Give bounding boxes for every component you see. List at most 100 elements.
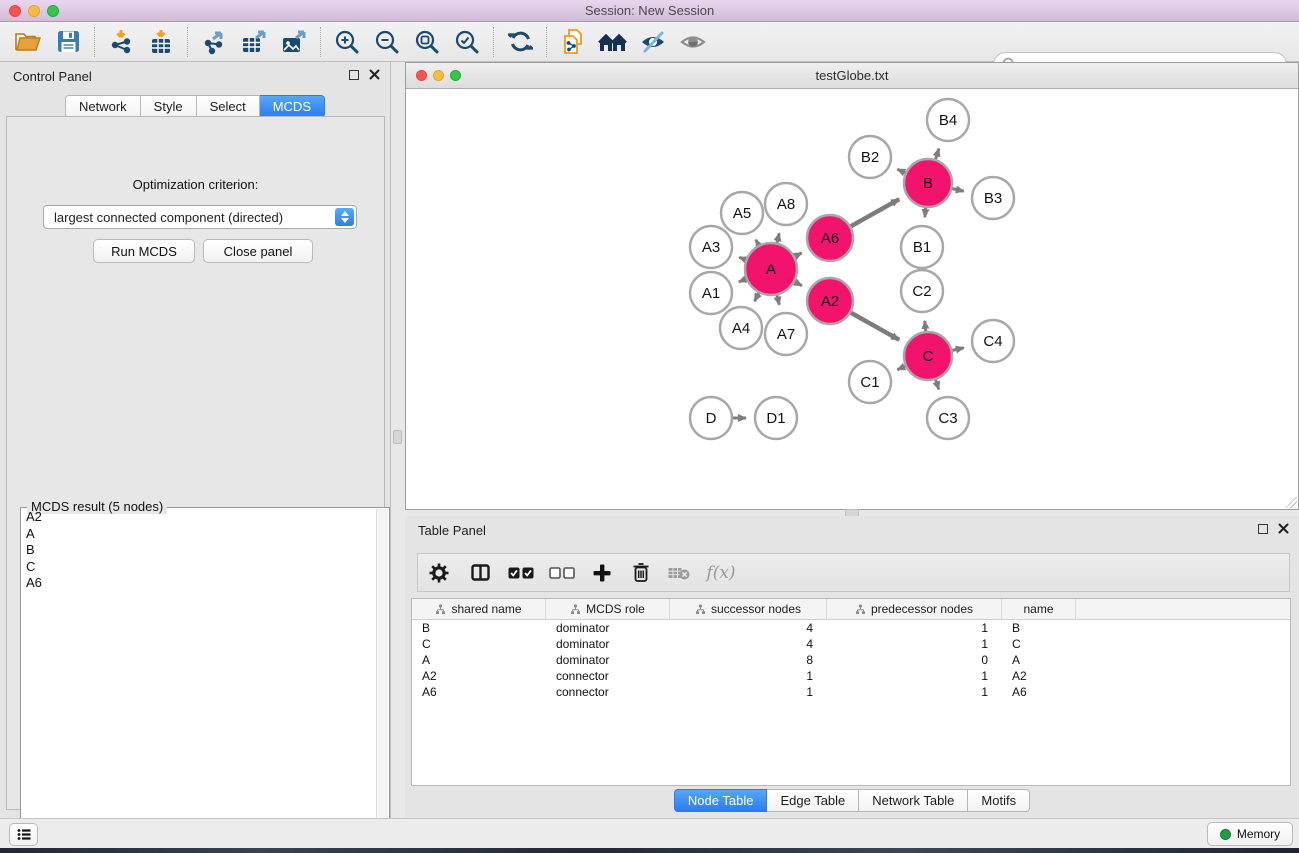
graph-edge-A-A8[interactable]	[777, 233, 779, 243]
graph-edge-A6-B[interactable]	[850, 199, 899, 227]
graph-edge-A-A7[interactable]	[777, 294, 779, 304]
first-neighbors-button[interactable]	[593, 25, 633, 59]
column-header-predecessor-nodes[interactable]: predecessor nodes	[827, 599, 1002, 619]
graph-edge-A-A1[interactable]	[739, 279, 747, 282]
network-canvas[interactable]: AA1A3A4A5A7A8A6A2BB2B4B3B1C2CC4C1C3DD1	[406, 89, 1298, 509]
result-item[interactable]: A	[22, 527, 376, 544]
minimize-network-icon[interactable]	[433, 70, 444, 81]
close-window-icon[interactable]	[9, 5, 21, 17]
automation-status-button[interactable]	[9, 823, 38, 846]
graph-edge-A2-C[interactable]	[850, 312, 899, 340]
table-row[interactable]: A2connector11A2	[412, 668, 1290, 684]
add-column-button[interactable]	[582, 556, 622, 590]
graph-edge-B-B3[interactable]	[951, 188, 963, 191]
delete-table-button[interactable]	[660, 556, 698, 590]
zoom-in-button[interactable]	[327, 25, 367, 59]
node-table[interactable]: shared nameMCDS rolesuccessor nodesprede…	[411, 598, 1291, 786]
cell-MCDS-role[interactable]: connector	[546, 685, 670, 699]
export-table-button[interactable]	[234, 25, 274, 59]
graph-edge-C-C2[interactable]	[925, 321, 926, 332]
select-all-button[interactable]	[500, 556, 542, 590]
cell-name[interactable]: A6	[1002, 685, 1076, 699]
run-mcds-button[interactable]: Run MCDS	[93, 239, 195, 263]
show-all-button[interactable]	[673, 25, 713, 59]
table-row[interactable]: Bdominator41B	[412, 620, 1290, 636]
tab-node-table[interactable]: Node Table	[674, 789, 768, 812]
network-window-titlebar[interactable]: testGlobe.txt	[406, 63, 1298, 89]
hide-selected-button[interactable]	[633, 25, 673, 59]
zoom-fit-button[interactable]	[407, 25, 447, 59]
column-header-shared-name[interactable]: shared name	[412, 599, 546, 619]
cell-MCDS-role[interactable]: connector	[546, 669, 670, 683]
new-network-from-selection-button[interactable]	[553, 25, 593, 59]
zoom-out-button[interactable]	[367, 25, 407, 59]
close-table-panel-icon[interactable]	[1278, 523, 1289, 534]
cell-MCDS-role[interactable]: dominator	[546, 653, 670, 667]
result-scrollbar[interactable]	[376, 509, 388, 850]
cell-name[interactable]: A2	[1002, 669, 1076, 683]
tab-motifs[interactable]: Motifs	[968, 789, 1030, 812]
split-view-button[interactable]	[460, 556, 500, 590]
cell-successor-nodes[interactable]: 1	[670, 685, 827, 699]
cell-predecessor-nodes[interactable]: 1	[827, 621, 1002, 635]
cell-name[interactable]: B	[1002, 621, 1076, 635]
minimize-window-icon[interactable]	[28, 5, 40, 17]
import-network-button[interactable]	[101, 25, 141, 59]
graph-edge-B-B2[interactable]	[897, 169, 906, 173]
column-header-MCDS-role[interactable]: MCDS role	[546, 599, 670, 619]
tab-select[interactable]: Select	[197, 95, 260, 118]
tab-network-table[interactable]: Network Table	[859, 789, 968, 812]
cell-predecessor-nodes[interactable]: 0	[827, 653, 1002, 667]
delete-column-button[interactable]	[622, 556, 660, 590]
table-settings-button[interactable]	[418, 556, 460, 590]
graph-edge-A-A2[interactable]	[794, 281, 802, 285]
network-graph[interactable]: AA1A3A4A5A7A8A6A2BB2B4B3B1C2CC4C1C3DD1	[406, 89, 1298, 509]
import-table-button[interactable]	[141, 25, 181, 59]
column-header-name[interactable]: name	[1002, 599, 1076, 619]
tab-network[interactable]: Network	[65, 95, 141, 118]
graph-edge-B-B1[interactable]	[925, 207, 926, 217]
graph-edge-C-C3[interactable]	[935, 379, 938, 390]
zoom-window-icon[interactable]	[47, 5, 59, 17]
deselect-all-button[interactable]	[542, 556, 582, 590]
tab-mcds[interactable]: MCDS	[260, 95, 325, 118]
cell-successor-nodes[interactable]: 1	[670, 669, 827, 683]
criterion-dropdown[interactable]: largest connected component (directed)	[43, 205, 357, 229]
resize-grip-icon[interactable]	[1285, 496, 1297, 508]
cell-shared-name[interactable]: C	[412, 637, 546, 651]
cell-name[interactable]: C	[1002, 637, 1076, 651]
graph-edge-C-C4[interactable]	[951, 348, 963, 351]
vertical-splitter-handle[interactable]	[393, 430, 402, 444]
graph-edge-C-C1[interactable]	[897, 366, 906, 370]
cell-predecessor-nodes[interactable]: 1	[827, 669, 1002, 683]
export-network-button[interactable]	[194, 25, 234, 59]
close-network-icon[interactable]	[416, 70, 427, 81]
result-item[interactable]: B	[22, 543, 376, 560]
graph-edge-B-B4[interactable]	[935, 149, 939, 161]
table-row[interactable]: Cdominator41C	[412, 636, 1290, 652]
table-row[interactable]: Adominator80A	[412, 652, 1290, 668]
cell-MCDS-role[interactable]: dominator	[546, 637, 670, 651]
mcds-result-list[interactable]: A2ABCA6	[22, 510, 376, 850]
cell-successor-nodes[interactable]: 4	[670, 621, 827, 635]
column-header-successor-nodes[interactable]: successor nodes	[670, 599, 827, 619]
cell-shared-name[interactable]: A2	[412, 669, 546, 683]
result-item[interactable]: A2	[22, 510, 376, 527]
tab-edge-table[interactable]: Edge Table	[767, 789, 859, 812]
cell-predecessor-nodes[interactable]: 1	[827, 637, 1002, 651]
close-panel-button[interactable]: Close panel	[203, 239, 313, 263]
apply-layout-button[interactable]	[500, 25, 540, 59]
float-table-panel-icon[interactable]	[1258, 524, 1268, 534]
graph-edge-A-A6[interactable]	[794, 253, 802, 257]
cell-shared-name[interactable]: B	[412, 621, 546, 635]
result-item[interactable]: C	[22, 560, 376, 577]
table-row[interactable]: A6connector11A6	[412, 684, 1290, 700]
cell-successor-nodes[interactable]: 8	[670, 653, 827, 667]
export-image-button[interactable]	[274, 25, 314, 59]
result-item[interactable]: A6	[22, 576, 376, 593]
cell-predecessor-nodes[interactable]: 1	[827, 685, 1002, 699]
cell-shared-name[interactable]: A6	[412, 685, 546, 699]
graph-edge-A-A4[interactable]	[755, 292, 760, 301]
cell-name[interactable]: A	[1002, 653, 1076, 667]
tab-style[interactable]: Style	[141, 95, 197, 118]
